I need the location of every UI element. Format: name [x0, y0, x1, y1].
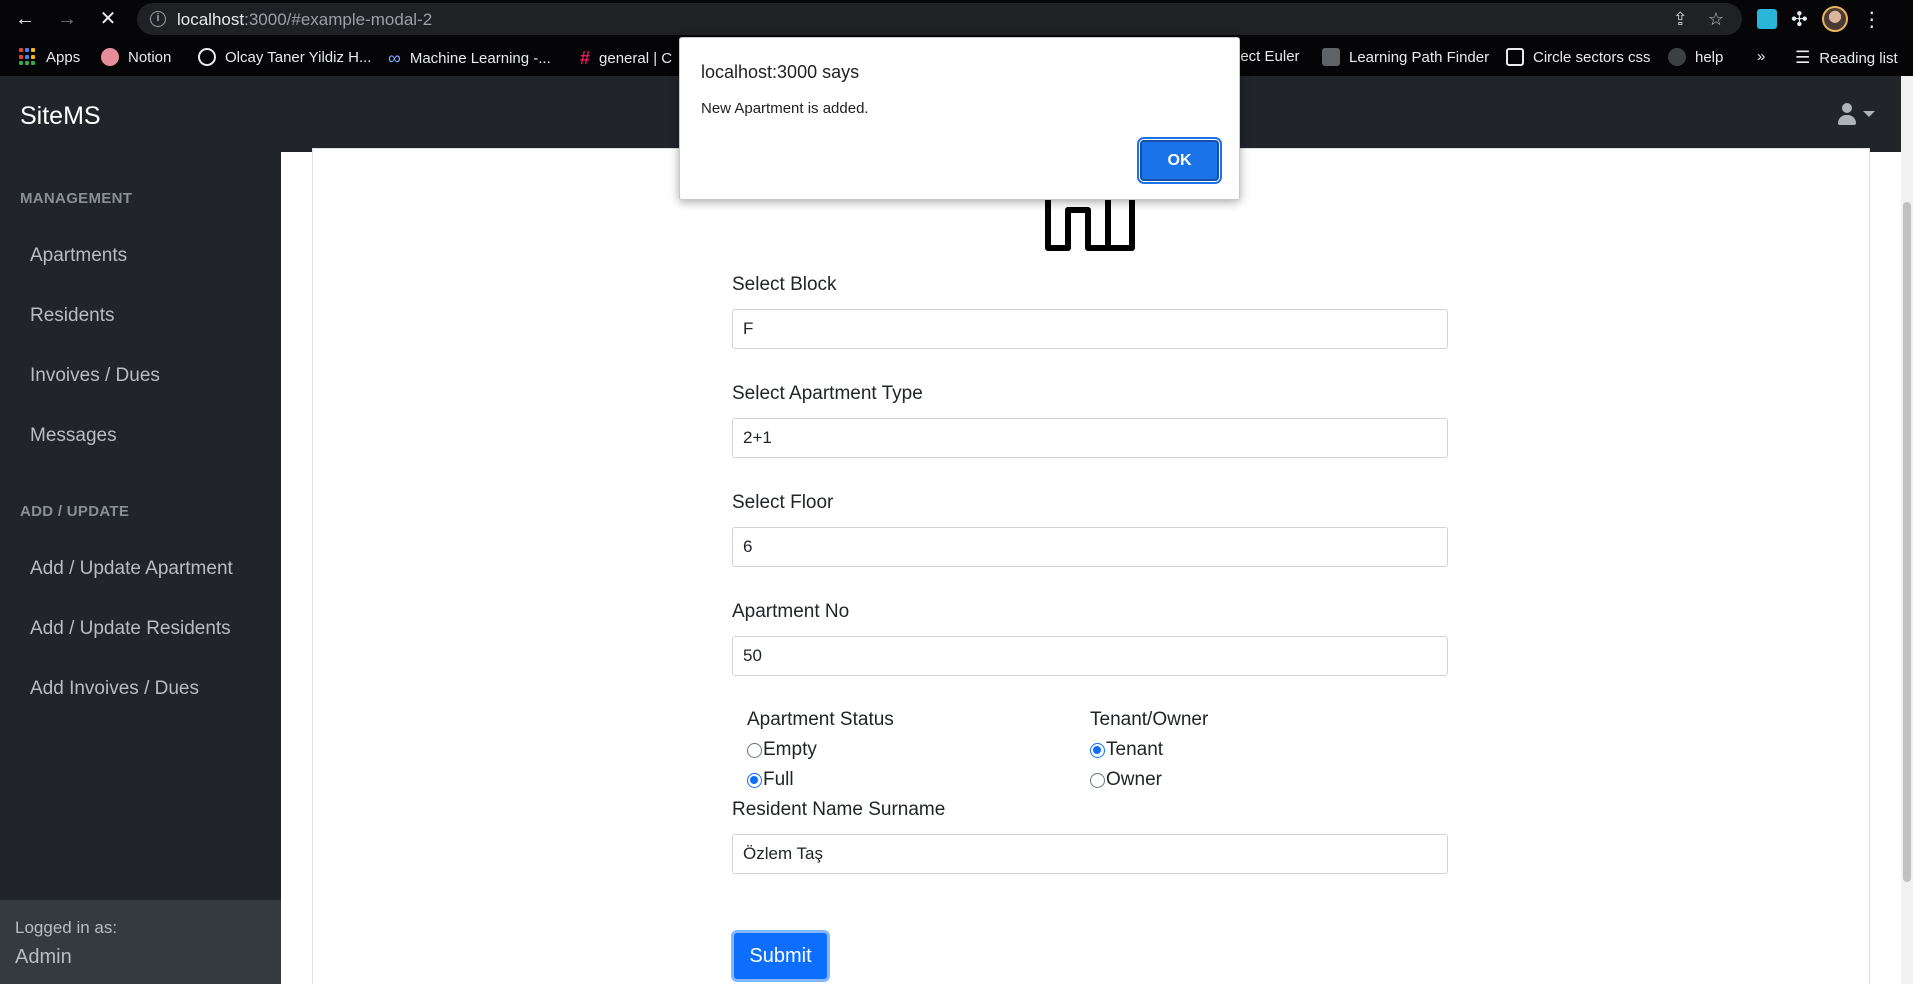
extensions-puzzle-icon[interactable]: ✣	[1791, 7, 1808, 32]
submit-button[interactable]: Submit	[731, 930, 830, 982]
status-radio-full[interactable]: Full	[747, 769, 794, 791]
radio-full[interactable]	[747, 772, 762, 788]
infinity-icon: ∞	[388, 48, 401, 68]
bookmark-olcay[interactable]: Olcay Taner Yildiz H...	[198, 48, 371, 66]
apartment-no-label: Apartment No	[732, 601, 850, 622]
notion-icon	[101, 48, 119, 66]
page-scrollbar[interactable]	[1901, 76, 1913, 984]
apartment-status-title: Apartment Status	[747, 709, 894, 730]
bookmark-circle-sectors[interactable]: Circle sectors css	[1506, 48, 1651, 66]
bookmark-label: Olcay Taner Yildiz H...	[225, 48, 372, 66]
bookmark-label: ject Euler	[1237, 48, 1300, 65]
sidebar-heading-add-update: ADD / UPDATE	[20, 503, 130, 520]
codepen-icon	[1506, 48, 1524, 66]
back-arrow-icon[interactable]: ←	[12, 6, 38, 32]
sidebar-item-invoices[interactable]: Invoives / Dues	[30, 365, 160, 387]
building-logo-icon	[1045, 196, 1135, 251]
sidebar-item-add-invoices[interactable]: Add Invoives / Dues	[30, 678, 199, 700]
status-radio-empty[interactable]: Empty	[747, 739, 817, 761]
tenancy-radio-tenant[interactable]: Tenant	[1090, 739, 1163, 761]
bookmark-project-euler[interactable]: ject Euler	[1237, 48, 1300, 65]
dialog-title: localhost:3000 says	[701, 62, 860, 82]
resident-name-label: Resident Name Surname	[732, 799, 946, 820]
profile-avatar[interactable]	[1821, 6, 1848, 32]
radio-label: Owner	[1106, 769, 1162, 790]
apartment-type-field[interactable]: 2+1	[732, 418, 1448, 458]
chevron-double-right-icon: »	[1757, 48, 1766, 65]
bookmark-label: general | C	[599, 50, 673, 67]
block-field[interactable]: F	[732, 309, 1448, 349]
slack-icon: #	[580, 48, 591, 68]
sidebar-heading-management: MANAGEMENT	[20, 190, 133, 207]
github-icon	[1668, 48, 1686, 66]
resident-name-field[interactable]: Özlem Taş	[732, 834, 1448, 874]
user-menu-toggle[interactable]	[1837, 103, 1875, 125]
bookmark-label: help	[1695, 48, 1724, 66]
bookmark-label: Notion	[128, 48, 172, 66]
sidebar-item-messages[interactable]: Messages	[30, 425, 117, 447]
floor-field[interactable]: 6	[732, 527, 1448, 567]
save-extension-icon[interactable]	[1757, 9, 1777, 29]
radio-empty[interactable]	[747, 742, 762, 758]
star-icon[interactable]: ☆	[1708, 9, 1724, 30]
bookmarks-overflow-button[interactable]: »	[1757, 48, 1765, 65]
radio-label: Tenant	[1106, 739, 1164, 760]
sidebar-footer: Logged in as: Admin	[0, 900, 281, 984]
bookmark-label: Machine Learning -...	[409, 50, 551, 67]
share-icon[interactable]: ⇪	[1673, 9, 1688, 30]
tenant-owner-title: Tenant/Owner	[1090, 709, 1209, 730]
bookmark-notion[interactable]: Notion	[101, 48, 171, 66]
block-label: Select Block	[732, 274, 837, 295]
url-path: :3000/#example-modal-2	[244, 10, 433, 29]
bookmark-label: Circle sectors css	[1533, 48, 1651, 66]
radio-label: Full	[763, 769, 794, 790]
reading-list-button[interactable]: ☰ Reading list	[1795, 48, 1898, 68]
address-bar[interactable]: i localhost:3000/#example-modal-2 ⇪ ☆	[137, 3, 1742, 35]
globe-icon	[198, 48, 216, 66]
browser-toolbar: ← → ✕ i localhost:3000/#example-modal-2 …	[0, 0, 1913, 38]
bookmark-help[interactable]: help	[1668, 48, 1723, 66]
bookmark-machine-learning[interactable]: ∞ Machine Learning -...	[388, 48, 551, 69]
bookmark-learning-path[interactable]: Learning Path Finder	[1322, 48, 1489, 66]
info-icon[interactable]: i	[150, 11, 166, 27]
sidebar-item-add-apartment[interactable]: Add / Update Apartment	[30, 558, 233, 580]
bookmark-label: Learning Path Finder	[1349, 48, 1490, 66]
scrollbar-thumb[interactable]	[1903, 202, 1911, 882]
alert-dialog: localhost:3000 says New Apartment is add…	[679, 37, 1240, 200]
apartment-no-field[interactable]: 50	[732, 636, 1448, 676]
sidebar-item-residents[interactable]: Residents	[30, 305, 115, 327]
logged-in-label: Logged in as:	[15, 918, 118, 937]
radio-tenant[interactable]	[1090, 742, 1105, 758]
floor-label: Select Floor	[732, 492, 834, 513]
dialog-message: New Apartment is added.	[701, 100, 869, 117]
sidebar-item-add-residents[interactable]: Add / Update Residents	[30, 618, 231, 640]
logged-in-user: Admin	[15, 946, 72, 968]
bookmark-label: Apps	[46, 48, 81, 66]
sidebar-item-apartments[interactable]: Apartments	[30, 245, 127, 267]
close-icon[interactable]: ✕	[95, 6, 121, 32]
dialog-ok-button[interactable]: OK	[1137, 137, 1222, 184]
url-host: localhost	[177, 10, 245, 29]
url-text[interactable]: localhost:3000/#example-modal-2	[177, 10, 432, 30]
radio-label: Empty	[763, 739, 817, 760]
radio-owner[interactable]	[1090, 772, 1105, 788]
bookmark-general[interactable]: # general | C	[580, 48, 672, 69]
apps-grid-icon	[19, 48, 37, 66]
path-finder-icon	[1322, 48, 1340, 66]
apartment-type-label: Select Apartment Type	[732, 383, 923, 404]
caret-down-icon	[1863, 111, 1875, 117]
sidebar: SiteMS MANAGEMENT Apartments Residents I…	[0, 76, 281, 984]
brand-logo[interactable]: SiteMS	[20, 102, 101, 131]
bookmark-apps[interactable]: Apps	[19, 48, 80, 66]
user-icon	[1837, 103, 1857, 125]
kebab-menu-icon[interactable]: ⋮	[1862, 7, 1882, 32]
reading-list-label: Reading list	[1819, 49, 1898, 67]
reading-list-icon: ☰	[1795, 48, 1811, 67]
tenancy-radio-owner[interactable]: Owner	[1090, 769, 1162, 791]
forward-arrow-icon[interactable]: →	[54, 6, 80, 32]
